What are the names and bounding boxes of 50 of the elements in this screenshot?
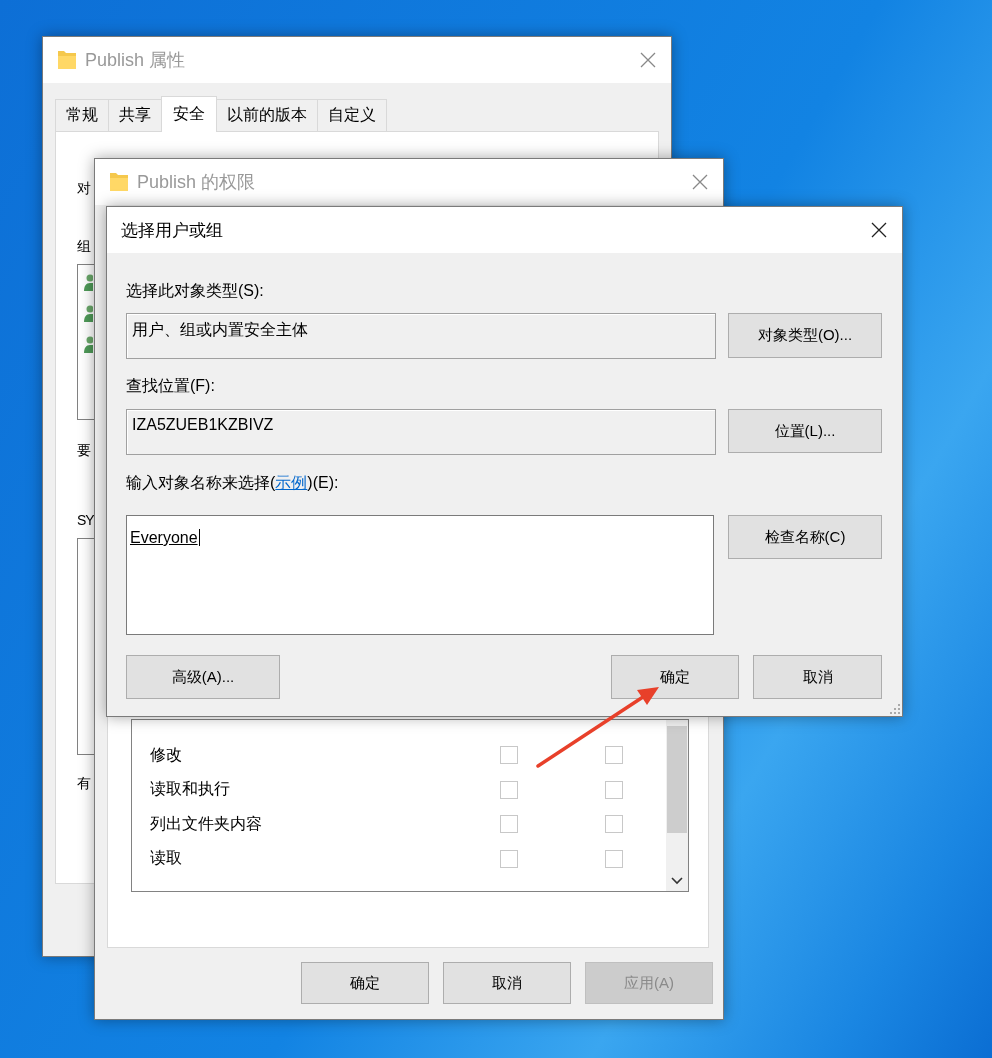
label-text: 对 xyxy=(77,179,90,198)
folder-icon xyxy=(57,48,77,72)
object-type-field: 用户、组或内置安全主体 xyxy=(126,313,716,359)
window-title: 选择用户或组 xyxy=(121,219,224,242)
folder-icon xyxy=(109,170,129,194)
checkbox[interactable] xyxy=(500,746,518,765)
checkbox[interactable] xyxy=(500,780,518,799)
field-label: 选择此对象类型(S): xyxy=(126,281,265,301)
checkbox[interactable] xyxy=(605,746,623,765)
tab[interactable]: 安全 xyxy=(161,96,217,132)
tab[interactable]: 自定义 xyxy=(317,99,387,131)
object-types-button[interactable]: 对象类型(O)... xyxy=(728,313,882,358)
permission-label: 列出文件夹内容 xyxy=(149,813,263,834)
checkbox[interactable] xyxy=(500,815,518,834)
label-text: SY xyxy=(77,511,94,530)
close-icon xyxy=(871,222,887,238)
check-names-button[interactable]: 检查名称(C) xyxy=(728,515,882,559)
window-title: Publish 的权限 xyxy=(137,171,257,194)
location-field: IZA5ZUEB1KZBIVZ xyxy=(126,409,716,455)
field-label: 输入对象名称来选择(示例)(E): xyxy=(126,473,340,493)
advanced-button[interactable]: 高级(A)... xyxy=(126,655,280,699)
cancel-button[interactable]: 取消 xyxy=(443,962,571,1004)
permission-label: 读取和执行 xyxy=(149,779,231,800)
chevron-down-icon[interactable] xyxy=(671,877,683,885)
locations-button[interactable]: 位置(L)... xyxy=(728,409,882,453)
cancel-button[interactable]: 取消 xyxy=(753,655,882,699)
checkbox[interactable] xyxy=(605,815,623,834)
window-title: Publish 属性 xyxy=(85,49,187,72)
examples-link[interactable]: 示例 xyxy=(275,474,308,491)
user-icon xyxy=(84,274,93,291)
label-text: 要 xyxy=(77,441,90,460)
permission-label: 读取 xyxy=(149,848,183,869)
label-text: 组 xyxy=(77,237,90,256)
resize-grip-icon[interactable] xyxy=(890,704,900,714)
checkbox[interactable] xyxy=(500,849,518,868)
checkbox[interactable] xyxy=(605,849,623,868)
checkbox[interactable] xyxy=(605,780,623,799)
close-icon xyxy=(640,52,656,68)
field-label: 查找位置(F): xyxy=(126,376,216,396)
ok-button[interactable]: 确定 xyxy=(611,655,739,699)
close-icon xyxy=(692,174,708,190)
scrollbar-thumb[interactable] xyxy=(667,726,687,833)
tab[interactable]: 常规 xyxy=(55,99,109,131)
permission-label: 修改 xyxy=(149,744,183,765)
ok-button[interactable]: 确定 xyxy=(301,962,429,1004)
user-icon xyxy=(84,305,93,322)
user-icon xyxy=(84,336,93,353)
scrollbar[interactable] xyxy=(666,720,688,891)
label-text: 有 xyxy=(77,774,90,793)
object-name-field[interactable]: Everyone xyxy=(126,515,714,635)
